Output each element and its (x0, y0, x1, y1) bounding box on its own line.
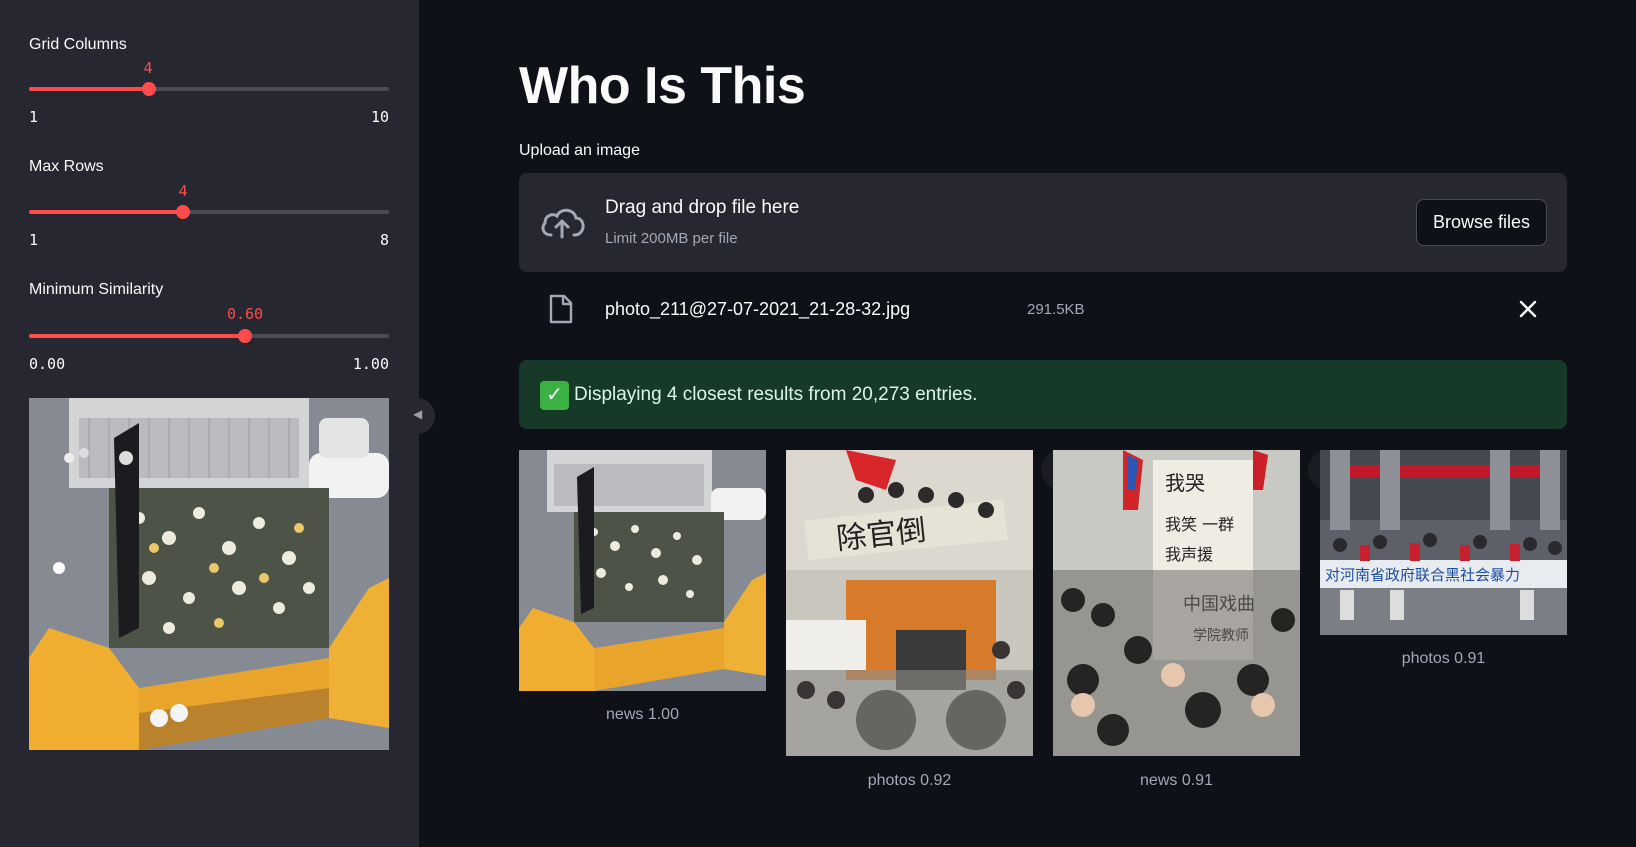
slider-min: 1 (29, 108, 39, 126)
result-caption: news 0.91 (1140, 772, 1213, 789)
slider-value: 0.60 (226, 305, 264, 323)
slider-min: 1 (29, 231, 39, 249)
dropzone-limit: Limit 200MB per file (605, 230, 738, 247)
slider-thumb[interactable] (142, 82, 156, 96)
slider-label: Grid Columns (29, 36, 127, 53)
result-image[interactable] (519, 450, 766, 691)
slider-value: 4 (178, 182, 188, 200)
result-caption: photos 0.91 (1401, 650, 1486, 667)
svg-text:我声援: 我声援 (1165, 545, 1213, 564)
slider-track[interactable] (29, 82, 389, 96)
result-caption: news 1.00 (606, 706, 679, 723)
slider-value: 4 (143, 59, 153, 77)
slider-fill (29, 210, 183, 214)
result-image[interactable]: 我哭 我笑 一群 我声援 中国戏曲 学院教师 (1053, 450, 1300, 756)
sidebar: Grid Columns 4 1 10 Max Rows 4 1 8 Minim… (0, 0, 435, 847)
slider-track[interactable] (29, 205, 389, 219)
close-icon[interactable] (1513, 294, 1543, 324)
page-title: Who Is This (519, 57, 806, 115)
slider-max: 8 (379, 231, 389, 249)
cloud-upload-icon (539, 205, 585, 239)
result-image[interactable]: 对河南省政府联合黑社会暴力 (1320, 450, 1567, 635)
file-size: 291.5KB (1027, 301, 1085, 318)
upload-label: Upload an image (519, 142, 640, 159)
file-dropzone[interactable]: Drag and drop file here Limit 200MB per … (519, 173, 1567, 272)
slider-max: 1.00 (352, 355, 389, 373)
result-image[interactable]: 除官倒 (786, 450, 1033, 756)
file-icon (549, 294, 573, 324)
slider-max: 10 (370, 108, 389, 126)
uploaded-file-row: photo_211@27-07-2021_21-28-32.jpg 291.5K… (519, 284, 1567, 336)
slider-thumb[interactable] (238, 329, 252, 343)
slider-thumb[interactable] (176, 205, 190, 219)
check-icon: ✓ (540, 381, 569, 410)
svg-text:对河南省政府联合黑社会暴力: 对河南省政府联合黑社会暴力 (1325, 566, 1520, 584)
success-alert: ✓ Displaying 4 closest results from 20,2… (519, 360, 1567, 429)
slider-track[interactable] (29, 329, 389, 343)
slider-fill (29, 87, 149, 91)
svg-text:我哭: 我哭 (1165, 471, 1205, 495)
slider-fill (29, 334, 245, 338)
dropzone-title: Drag and drop file here (605, 197, 800, 218)
result-caption: photos 0.92 (867, 772, 952, 789)
file-name: photo_211@27-07-2021_21-28-32.jpg (605, 299, 911, 319)
success-text: Displaying 4 closest results from 20,273… (574, 384, 978, 405)
svg-text:我笑 一群: 我笑 一群 (1165, 515, 1234, 534)
query-image-preview (29, 398, 389, 750)
main-content: Who Is This Upload an image Drag and dro… (419, 0, 1636, 847)
browse-files-button[interactable]: Browse files (1416, 199, 1547, 246)
slider-min: 0.00 (29, 355, 66, 373)
slider-label: Max Rows (29, 158, 104, 175)
slider-label: Minimum Similarity (29, 281, 164, 298)
